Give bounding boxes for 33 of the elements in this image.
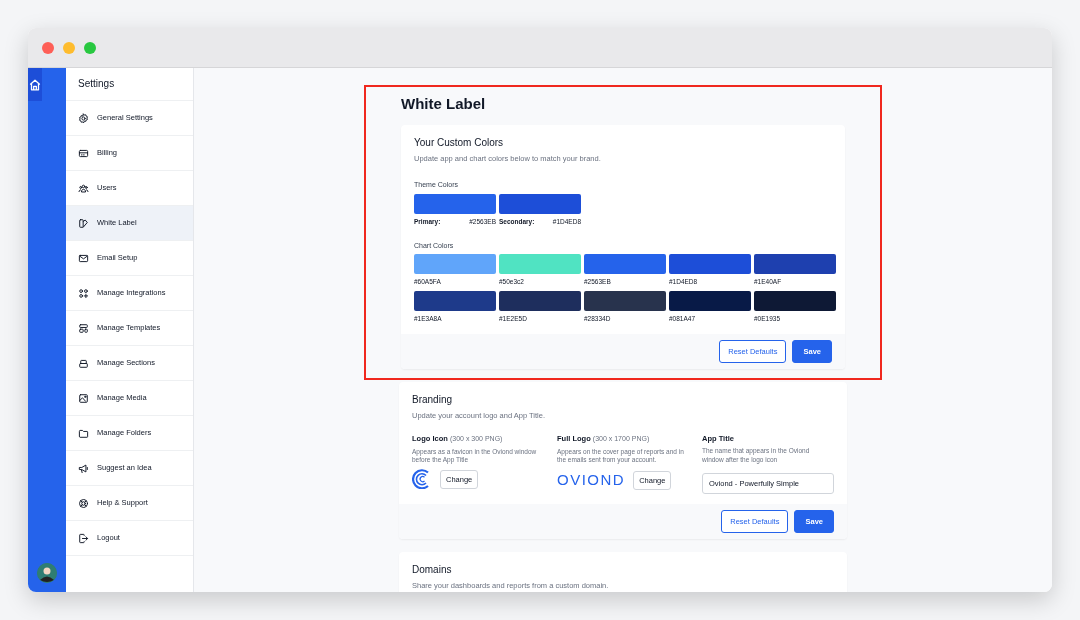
page-title: White Label	[401, 95, 487, 113]
envelope-icon	[78, 252, 89, 264]
home-icon	[28, 77, 42, 92]
lifebuoy-icon	[78, 497, 89, 509]
color-swatch[interactable]	[499, 290, 581, 311]
users-icon	[78, 182, 89, 194]
home-button[interactable]	[28, 68, 42, 101]
color-swatch[interactable]	[414, 254, 496, 274]
color-swatch[interactable]	[669, 290, 751, 311]
stack-icon	[78, 357, 89, 369]
color-swatch[interactable]	[754, 290, 836, 311]
color-swatch[interactable]	[584, 254, 666, 274]
logout-icon	[78, 532, 89, 544]
palette-icon	[78, 217, 89, 229]
card-title: Your Custom Colors	[414, 137, 505, 149]
apps-plus-icon	[78, 287, 89, 299]
color-swatch[interactable]	[499, 193, 581, 214]
megaphone-icon	[78, 462, 89, 474]
gear-icon	[78, 112, 89, 124]
color-swatch[interactable]	[499, 254, 581, 274]
color-swatch[interactable]	[754, 254, 836, 274]
template-icon	[78, 322, 89, 334]
credit-card-icon	[78, 147, 89, 159]
image-icon	[78, 392, 89, 404]
card-title: Branding	[412, 393, 454, 406]
color-swatch[interactable]	[584, 290, 666, 311]
card-title: Domains	[412, 564, 453, 577]
color-swatch[interactable]	[414, 193, 496, 214]
folder-icon	[78, 427, 89, 439]
color-swatch[interactable]	[669, 254, 751, 274]
logo-wordmark: OVIOND	[557, 470, 626, 491]
color-swatch[interactable]	[414, 290, 496, 311]
avatar[interactable]	[37, 563, 57, 583]
